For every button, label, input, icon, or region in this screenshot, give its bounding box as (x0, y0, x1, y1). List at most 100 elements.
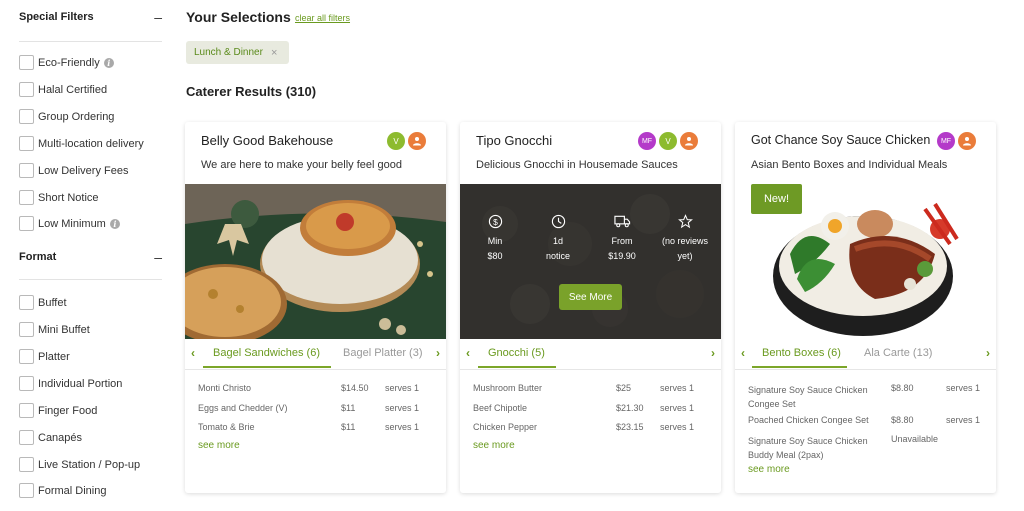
checkbox[interactable] (19, 190, 34, 205)
chevron-right-icon[interactable]: › (706, 346, 720, 360)
filter-halal-certified[interactable]: Halal Certified (19, 81, 107, 98)
filter-low-delivery-fees[interactable]: Low Delivery Fees (19, 162, 128, 179)
stat-value: yet) (677, 251, 693, 261)
caterer-name[interactable]: Tipo Gnocchi (476, 133, 552, 148)
checkbox[interactable] (19, 376, 34, 391)
filter-mini-buffet[interactable]: Mini Buffet (19, 321, 90, 338)
chevron-left-icon[interactable]: ‹ (461, 346, 475, 360)
active-tab-underline (203, 366, 331, 368)
stat-label: 1d (552, 236, 563, 246)
checkbox[interactable] (19, 163, 34, 178)
tab-gnocchi[interactable]: Gnocchi (5) (488, 347, 545, 359)
checkbox[interactable] (19, 403, 34, 418)
filter-formal-dining[interactable]: Formal Dining (19, 482, 106, 499)
filter-group-ordering[interactable]: Group Ordering (19, 108, 114, 125)
filter-label: Platter (38, 350, 70, 363)
tab-bento-boxes[interactable]: Bento Boxes (6) (762, 347, 841, 359)
tab-bagel-sandwiches[interactable]: Bagel Sandwiches (6) (213, 347, 320, 359)
checkbox[interactable] (19, 457, 34, 472)
see-more-link[interactable]: see more (473, 440, 515, 451)
filter-live-station[interactable]: Live Station / Pop-up (19, 456, 140, 473)
chevron-right-icon[interactable]: › (431, 346, 445, 360)
format-header[interactable]: Format – (19, 250, 162, 264)
new-badge: New! (751, 184, 802, 214)
checkbox[interactable] (19, 109, 34, 124)
svg-text:$: $ (493, 217, 498, 227)
menu-item-price: $8.80 (891, 415, 914, 425)
checkbox[interactable] (19, 349, 34, 364)
dietary-badges: V (387, 132, 426, 150)
filter-platter[interactable]: Platter (19, 348, 70, 365)
checkbox[interactable] (19, 216, 34, 231)
clear-all-filters-link[interactable]: clear all filters (295, 13, 350, 23)
filter-low-minimum[interactable]: Low Minimum i (19, 215, 120, 232)
see-more-button[interactable]: See More (559, 284, 622, 310)
filter-label: Buffet (38, 296, 67, 309)
filter-label: Finger Food (38, 404, 98, 417)
menu-item-price: $11 (341, 422, 356, 432)
filter-multi-location-delivery[interactable]: Multi-location delivery (19, 135, 144, 152)
filter-individual-portion[interactable]: Individual Portion (19, 375, 122, 392)
menu-item-serves: serves 1 (946, 415, 981, 425)
format-title: Format (19, 251, 57, 263)
food-image-quiche[interactable] (185, 184, 446, 339)
chip-label: Lunch & Dinner (194, 47, 263, 58)
menu-item-name-line: Buddy Meal (2pax) (748, 450, 824, 460)
caterer-name[interactable]: Got Chance Soy Sauce Chicken (751, 133, 930, 147)
filter-label: Individual Portion (38, 377, 123, 390)
caterer-card-got-chance[interactable]: Got Chance Soy Sauce Chicken MF Asian Be… (735, 122, 996, 493)
see-more-link[interactable]: see more (748, 464, 790, 475)
caterer-card-belly-good-bakehouse[interactable]: Belly Good Bakehouse V We are here to ma… (185, 122, 446, 493)
checkbox[interactable] (19, 430, 34, 445)
clock-icon (528, 214, 588, 230)
group-icon (408, 132, 426, 150)
special-filters-header[interactable]: Special Filters – (19, 10, 162, 24)
your-selections-title: Your Selections (186, 9, 291, 25)
stat-value: $19.90 (608, 251, 636, 261)
menu-item-name: Signature Soy Sauce Chicken Congee Set (748, 383, 868, 411)
food-image-gnocchi[interactable]: $ Min $80 1d notice From $19.90 (no revi… (460, 184, 721, 339)
filter-label: Low Delivery Fees (38, 164, 129, 177)
filter-buffet[interactable]: Buffet (19, 294, 67, 311)
tab-bagel-platter[interactable]: Bagel Platter (3) (343, 347, 422, 359)
chevron-left-icon[interactable]: ‹ (736, 346, 750, 360)
checkbox[interactable] (19, 82, 34, 97)
checkbox[interactable] (19, 55, 34, 70)
filter-label: Low Minimum (38, 217, 106, 230)
menu-item-serves: serves 1 (385, 383, 420, 393)
chevron-left-icon[interactable]: ‹ (186, 346, 200, 360)
collapse-icon[interactable]: – (154, 250, 162, 264)
filter-canapes[interactable]: Canapés (19, 429, 82, 446)
menu-item-serves: serves 1 (660, 403, 695, 413)
see-more-link[interactable]: see more (198, 440, 240, 451)
info-icon[interactable]: i (103, 57, 114, 68)
caterer-description: We are here to make your belly feel good (201, 159, 402, 171)
menu-item-name-line: Signature Soy Sauce Chicken (748, 385, 868, 395)
food-image-bento[interactable]: New! (735, 184, 996, 339)
tab-ala-carte[interactable]: Ala Carte (13) (864, 347, 932, 359)
menu-item-name: Eggs and Chedder (V) (198, 403, 288, 413)
info-icon[interactable]: i (109, 218, 120, 229)
truck-icon (592, 214, 652, 230)
menu-item-name-line: Congee Set (748, 399, 796, 409)
minimum-order-stat: $ Min $80 (465, 214, 525, 261)
filter-label: Halal Certified (38, 83, 108, 96)
checkbox[interactable] (19, 295, 34, 310)
menu-item-name: Signature Soy Sauce Chicken Buddy Meal (2… (748, 434, 868, 462)
caterer-name[interactable]: Belly Good Bakehouse (201, 133, 333, 148)
filter-short-notice[interactable]: Short Notice (19, 189, 99, 206)
active-tab-underline (752, 366, 847, 368)
chevron-right-icon[interactable]: › (981, 346, 995, 360)
caterer-card-tipo-gnocchi[interactable]: Tipo Gnocchi MF V Delicious Gnocchi in H… (460, 122, 721, 493)
checkbox[interactable] (19, 322, 34, 337)
filters-sidebar: Special Filters – Eco-Friendly i Halal C… (0, 0, 176, 511)
stat-label: (no reviews (661, 236, 708, 246)
close-icon[interactable]: × (271, 47, 277, 59)
filter-eco-friendly[interactable]: Eco-Friendly i (19, 54, 114, 71)
filter-finger-food[interactable]: Finger Food (19, 402, 97, 419)
checkbox[interactable] (19, 483, 34, 498)
star-icon (655, 214, 715, 230)
selected-filter-chip[interactable]: Lunch & Dinner × (186, 41, 289, 64)
collapse-icon[interactable]: – (154, 10, 162, 24)
checkbox[interactable] (19, 136, 34, 151)
